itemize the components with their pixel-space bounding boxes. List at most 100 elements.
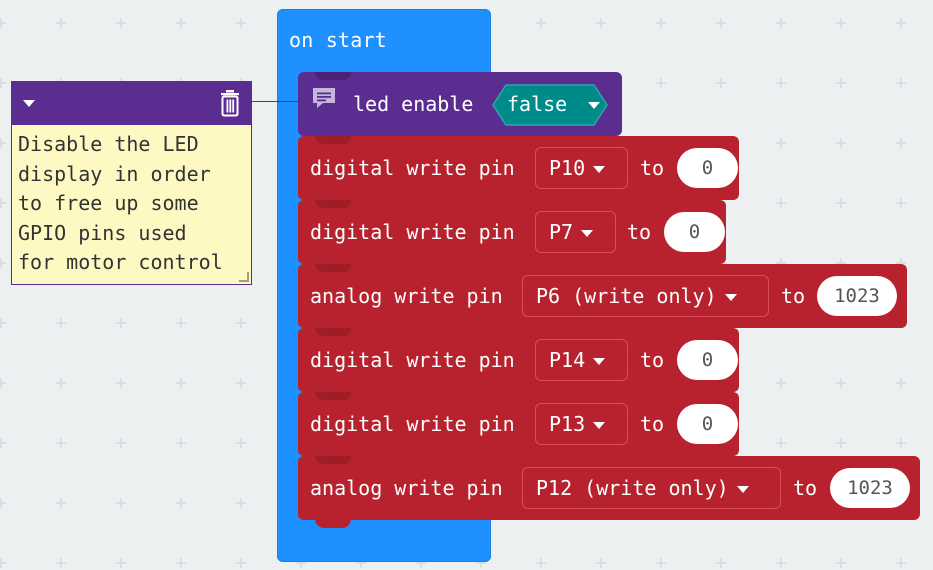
grid-plus bbox=[236, 378, 246, 388]
grid-plus bbox=[236, 558, 246, 568]
block-top-notch bbox=[315, 264, 351, 272]
grid-plus bbox=[176, 498, 186, 508]
comment-icon[interactable] bbox=[311, 86, 341, 112]
grid-plus bbox=[896, 198, 906, 208]
false-value: false bbox=[507, 92, 568, 116]
block-top-notch bbox=[315, 200, 351, 208]
grid-plus bbox=[176, 318, 186, 328]
pin-dropdown-value: P7 bbox=[549, 220, 574, 244]
pin-dropdown[interactable]: P7 bbox=[535, 211, 616, 253]
grid-plus bbox=[836, 558, 846, 568]
grid-plus bbox=[236, 438, 246, 448]
value-input[interactable]: 0 bbox=[677, 340, 738, 380]
grid-plus bbox=[656, 78, 666, 88]
grid-plus bbox=[776, 198, 786, 208]
pin-dropdown[interactable]: P13 bbox=[535, 403, 628, 445]
grid-plus bbox=[116, 558, 126, 568]
value-input[interactable]: 0 bbox=[664, 212, 725, 252]
grid-plus bbox=[116, 438, 126, 448]
comment-line: Disable the LED bbox=[18, 132, 199, 156]
comment-line: display in order bbox=[18, 161, 211, 186]
comment-text[interactable]: Disable the LED display in order to free… bbox=[18, 130, 246, 278]
chevron-down-icon bbox=[593, 165, 606, 173]
grid-plus bbox=[776, 378, 786, 388]
grid-plus bbox=[896, 78, 906, 88]
chevron-down-icon bbox=[593, 357, 606, 365]
triangle-down-icon[interactable] bbox=[21, 97, 41, 111]
value-input[interactable]: 0 bbox=[677, 148, 738, 188]
grid-plus bbox=[596, 18, 606, 28]
grid-plus bbox=[0, 18, 6, 28]
grid-plus bbox=[176, 558, 186, 568]
grid-plus bbox=[896, 558, 906, 568]
chevron-down-icon bbox=[736, 485, 749, 493]
block-bottom-notch bbox=[315, 519, 351, 528]
grid-plus bbox=[896, 438, 906, 448]
to-label: to bbox=[793, 476, 818, 500]
block-top-notch bbox=[315, 328, 351, 336]
block-top-notch bbox=[315, 456, 351, 464]
grid-plus bbox=[56, 438, 66, 448]
pin-write-label: digital write pin bbox=[310, 156, 515, 180]
pin-write-label: analog write pin bbox=[310, 476, 503, 500]
grid-plus bbox=[836, 198, 846, 208]
grid-plus bbox=[56, 558, 66, 568]
grid-plus bbox=[0, 138, 6, 148]
comment-header[interactable] bbox=[12, 82, 251, 125]
pin-dropdown[interactable]: P10 bbox=[535, 147, 628, 189]
comment-bubble[interactable]: Disable the LED display in order to free… bbox=[11, 81, 252, 285]
grid-plus bbox=[536, 558, 546, 568]
value-input[interactable]: 1023 bbox=[817, 276, 897, 316]
value-input[interactable]: 1023 bbox=[830, 468, 910, 508]
pin-write-label: digital write pin bbox=[310, 220, 515, 244]
pin-dropdown[interactable]: P14 bbox=[535, 339, 628, 381]
pin-write-label: analog write pin bbox=[310, 284, 503, 308]
comment-resize-handle[interactable] bbox=[239, 272, 249, 282]
grid-plus bbox=[236, 18, 246, 28]
pin-dropdown-value: P12 (write only) bbox=[536, 476, 729, 500]
grid-plus bbox=[56, 18, 66, 28]
chevron-down-icon bbox=[588, 102, 600, 109]
grid-plus bbox=[536, 18, 546, 28]
to-label: to bbox=[640, 412, 665, 436]
grid-plus bbox=[716, 558, 726, 568]
grid-plus bbox=[56, 378, 66, 388]
grid-plus bbox=[776, 18, 786, 28]
value-input[interactable]: 0 bbox=[677, 404, 738, 444]
pin-dropdown-value: P13 bbox=[549, 412, 586, 436]
grid-plus bbox=[836, 138, 846, 148]
comment-line: GPIO pins used bbox=[18, 220, 187, 245]
comment-line: for motor control bbox=[18, 250, 223, 274]
grid-plus bbox=[116, 498, 126, 508]
grid-plus bbox=[716, 18, 726, 28]
grid-plus bbox=[776, 438, 786, 448]
trash-icon[interactable] bbox=[216, 87, 244, 119]
pin-dropdown-value: P14 bbox=[549, 348, 586, 372]
grid-plus bbox=[176, 378, 186, 388]
pin-dropdown[interactable]: P12 (write only) bbox=[522, 467, 781, 509]
grid-plus bbox=[0, 78, 6, 88]
grid-plus bbox=[896, 18, 906, 28]
chevron-down-icon bbox=[581, 229, 594, 237]
pin-write-label: digital write pin bbox=[310, 412, 515, 436]
chevron-down-icon bbox=[724, 293, 737, 301]
grid-plus bbox=[0, 258, 6, 268]
pin-dropdown-value: P10 bbox=[549, 156, 586, 180]
grid-plus bbox=[776, 138, 786, 148]
grid-plus bbox=[0, 318, 6, 328]
to-label: to bbox=[627, 220, 652, 244]
grid-plus bbox=[0, 198, 6, 208]
grid-plus bbox=[836, 438, 846, 448]
to-label: to bbox=[640, 156, 665, 180]
grid-plus bbox=[116, 318, 126, 328]
pin-dropdown[interactable]: P6 (write only) bbox=[522, 275, 769, 317]
grid-plus bbox=[0, 438, 6, 448]
grid-plus bbox=[176, 438, 186, 448]
grid-plus bbox=[836, 78, 846, 88]
grid-plus bbox=[776, 558, 786, 568]
grid-plus bbox=[836, 18, 846, 28]
block-top-notch bbox=[315, 72, 351, 80]
led-enable-label: led enable bbox=[353, 92, 474, 116]
grid-plus bbox=[56, 318, 66, 328]
grid-plus bbox=[236, 498, 246, 508]
